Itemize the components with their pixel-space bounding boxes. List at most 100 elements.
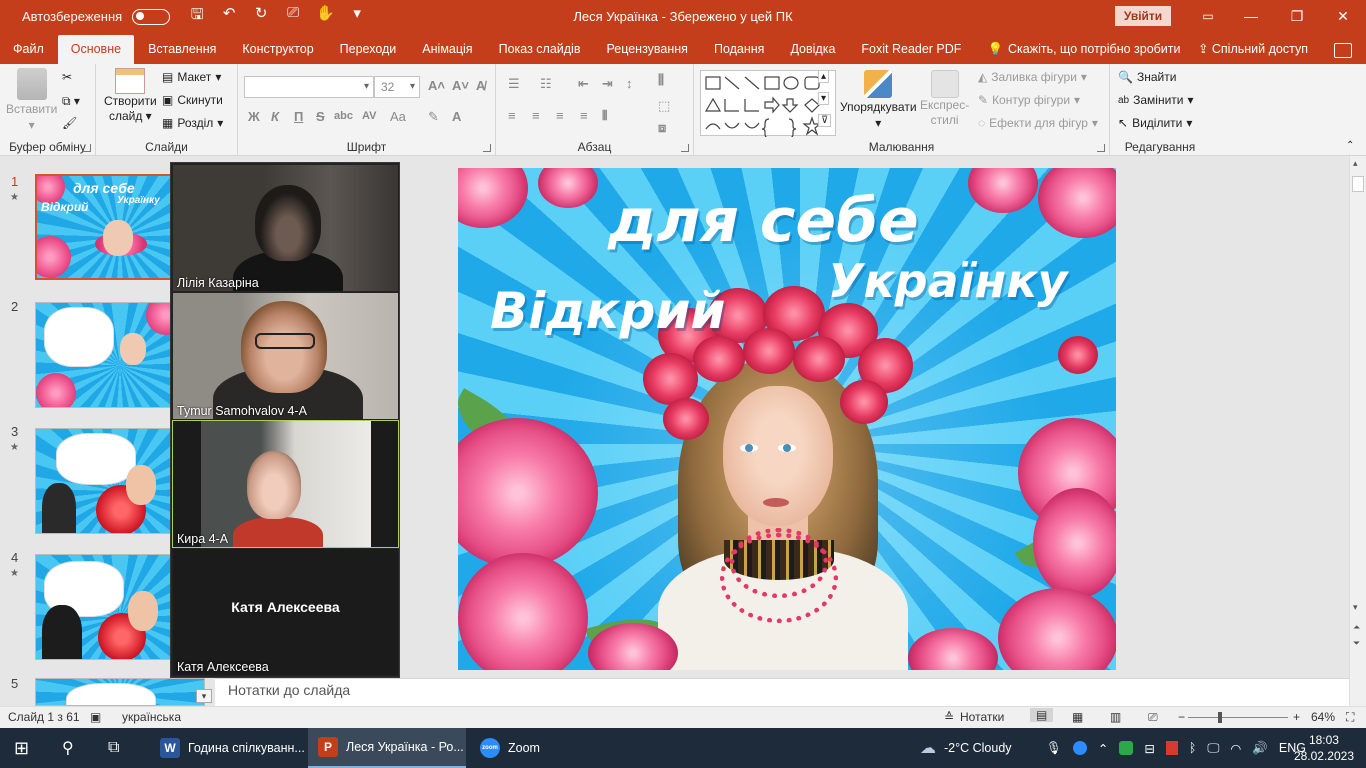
line-spacing-icon[interactable]: ↕ <box>626 76 633 91</box>
format-painter-icon[interactable]: 🖌 <box>62 116 77 130</box>
zoom-tray-icon[interactable] <box>1072 741 1087 755</box>
shapes-scroll-up[interactable]: ▴ <box>818 70 830 83</box>
video-tile[interactable]: Катя Алексеева Катя Алексеева <box>173 549 398 675</box>
scrollbar-thumb[interactable] <box>1352 176 1364 192</box>
zoom-video-panel[interactable]: Лілія Казаріна Tymur Samohvalov 4-A Кира… <box>170 162 400 678</box>
font-launcher-icon[interactable] <box>483 144 491 152</box>
font-name-combo[interactable] <box>244 76 374 98</box>
comments-icon[interactable] <box>1334 43 1352 58</box>
tab-foxit[interactable]: Foxit Reader PDF <box>848 35 974 64</box>
font-size-combo[interactable]: 32 <box>374 76 420 98</box>
clipboard-launcher-icon[interactable] <box>83 144 91 152</box>
align-left-icon[interactable]: ≡ <box>508 108 516 123</box>
select-button[interactable]: ↖ Виділити ▾ <box>1118 116 1192 130</box>
slide-sorter-icon[interactable]: ▦ <box>1072 710 1083 724</box>
video-tile[interactable]: Tymur Samohvalov 4-A <box>173 293 398 419</box>
change-case-button[interactable]: Aa <box>390 109 406 124</box>
save-icon[interactable]: 🖫 <box>188 4 206 29</box>
share-button[interactable]: ⇪ Спільний доступ <box>1198 35 1308 64</box>
shapes-gallery[interactable] <box>700 70 836 137</box>
autosave-toggle[interactable] <box>132 8 171 25</box>
windows-start-icon[interactable]: ⊞ <box>14 728 29 768</box>
find-button[interactable]: 🔍 Знайти <box>1118 70 1176 84</box>
normal-view-icon[interactable]: ▤ <box>1030 708 1054 722</box>
tab-review[interactable]: Рецензування <box>593 35 700 64</box>
clear-format-icon[interactable]: A̸ <box>476 78 485 93</box>
slide-thumbnail-5[interactable] <box>35 678 205 706</box>
language-indicator[interactable]: українська <box>122 710 181 724</box>
char-spacing-button[interactable]: AV <box>362 110 376 122</box>
spell-check-icon[interactable]: ▣ <box>90 710 101 724</box>
align-text-icon[interactable]: ⬚ <box>658 98 670 114</box>
ribbon-display-options-icon[interactable]: ▭ <box>1188 0 1228 33</box>
drawing-launcher-icon[interactable] <box>1097 144 1105 152</box>
present-from-start-icon[interactable]: ⎚ <box>284 4 302 29</box>
close-button[interactable]: ✕ <box>1320 0 1366 33</box>
notes-toggle-icon[interactable]: ≙ <box>944 710 954 724</box>
fit-to-window-icon[interactable]: ⛶ <box>1346 710 1354 725</box>
tab-insert[interactable]: Вставлення <box>135 35 229 64</box>
font-color-icon[interactable]: A <box>452 109 461 124</box>
collapse-ribbon-icon[interactable]: ⌃ <box>1346 140 1354 151</box>
new-slide-button[interactable]: Створити слайд ▾ <box>104 68 157 124</box>
paste-button[interactable]: Вставити ▾ <box>6 68 57 132</box>
arrange-button[interactable]: Упорядкувати ▾ <box>840 70 917 130</box>
bullets-icon[interactable]: ☰ <box>508 76 520 92</box>
quick-styles-button[interactable]: Експрес- стилі <box>920 70 969 128</box>
shapes-scroll-down[interactable]: ▾ <box>818 92 830 105</box>
scroll-up-icon[interactable]: ▴ <box>1353 158 1358 169</box>
notes-pane[interactable]: Нотатки до слайда <box>215 678 1349 706</box>
app-tray-icon[interactable] <box>1119 741 1134 755</box>
volume-icon[interactable]: 🔊 <box>1252 741 1268 756</box>
zoom-in-icon[interactable]: + <box>1293 710 1300 724</box>
section-button[interactable]: ▦ Розділ ▾ <box>162 116 223 130</box>
replace-button[interactable]: ab Замінити ▾ <box>1118 93 1194 107</box>
justify-icon[interactable]: ≡ <box>580 108 588 123</box>
smartart-icon[interactable]: ⧈ <box>658 120 666 136</box>
previous-slide-icon[interactable]: ⏶ <box>1353 622 1360 633</box>
taskbar-app-zoom[interactable]: zoom Zoom <box>470 728 560 768</box>
shapes-more[interactable]: ⊽ <box>818 114 832 127</box>
tab-file[interactable]: Файл <box>0 35 57 64</box>
slide-title-line-1[interactable]: для себе <box>608 186 919 256</box>
tab-view[interactable]: Подання <box>701 35 777 64</box>
slide-title-line-3[interactable]: Відкрий <box>490 282 725 340</box>
tab-help[interactable]: Довідка <box>777 35 848 64</box>
tab-home[interactable]: Основне <box>57 35 135 64</box>
touch-mode-icon[interactable]: ✋ <box>316 4 335 29</box>
copy-icon[interactable]: ⧉ ▾ <box>62 94 80 109</box>
zoom-out-icon[interactable]: − <box>1178 710 1185 724</box>
search-icon[interactable]: ⚲ <box>62 728 74 768</box>
sign-in-button[interactable]: Увійти <box>1115 6 1171 26</box>
increase-font-icon[interactable]: A˄ <box>428 78 445 93</box>
zoom-level[interactable]: 64% <box>1311 710 1335 724</box>
bluetooth-icon[interactable]: ᛒ <box>1189 741 1197 755</box>
text-direction-icon[interactable]: ⫼ <box>658 72 664 88</box>
paragraph-launcher-icon[interactable] <box>681 144 689 152</box>
bold-button[interactable]: Ж <box>248 109 260 124</box>
taskbar-app-powerpoint[interactable]: P Леся Українка - Ро... <box>308 728 466 768</box>
tab-animations[interactable]: Анімація <box>409 35 485 64</box>
customize-qat-icon[interactable]: ▾ <box>348 4 366 29</box>
shape-effects-button[interactable]: ◌ Ефекти для фігур ▾ <box>978 116 1098 130</box>
numbering-icon[interactable]: ☷ <box>540 76 552 92</box>
video-tile[interactable]: Лілія Казаріна <box>173 165 398 291</box>
taskbar-clock[interactable]: 18:03 28.02.2023 <box>1294 732 1354 764</box>
taskbar-app-word[interactable]: W Година спілкуванн... <box>150 728 306 768</box>
shape-fill-button[interactable]: ◭ Заливка фігури ▾ <box>978 70 1087 84</box>
slide-title-line-2[interactable]: Українку <box>828 254 1067 308</box>
align-right-icon[interactable]: ≡ <box>556 108 564 123</box>
notes-toggle-label[interactable]: Нотатки <box>960 710 1004 724</box>
tab-slideshow[interactable]: Показ слайдів <box>486 35 594 64</box>
redo-icon[interactable]: ↻ <box>252 4 270 29</box>
scroll-down-icon[interactable]: ▾ <box>1353 602 1358 613</box>
maximize-button[interactable]: ❐ <box>1274 0 1320 33</box>
video-tile[interactable]: Кира 4-А <box>172 420 399 548</box>
minimize-button[interactable]: — <box>1228 0 1274 33</box>
microphone-icon[interactable]: 🎙 <box>1046 741 1062 756</box>
align-center-icon[interactable]: ≡ <box>532 108 540 123</box>
cut-icon[interactable]: ✂ <box>62 70 72 84</box>
underline-button[interactable]: П <box>294 109 303 124</box>
task-view-icon[interactable]: ⧉ <box>108 728 119 768</box>
weather-widget[interactable]: ☁ -2°C Cloudy <box>920 728 1012 768</box>
